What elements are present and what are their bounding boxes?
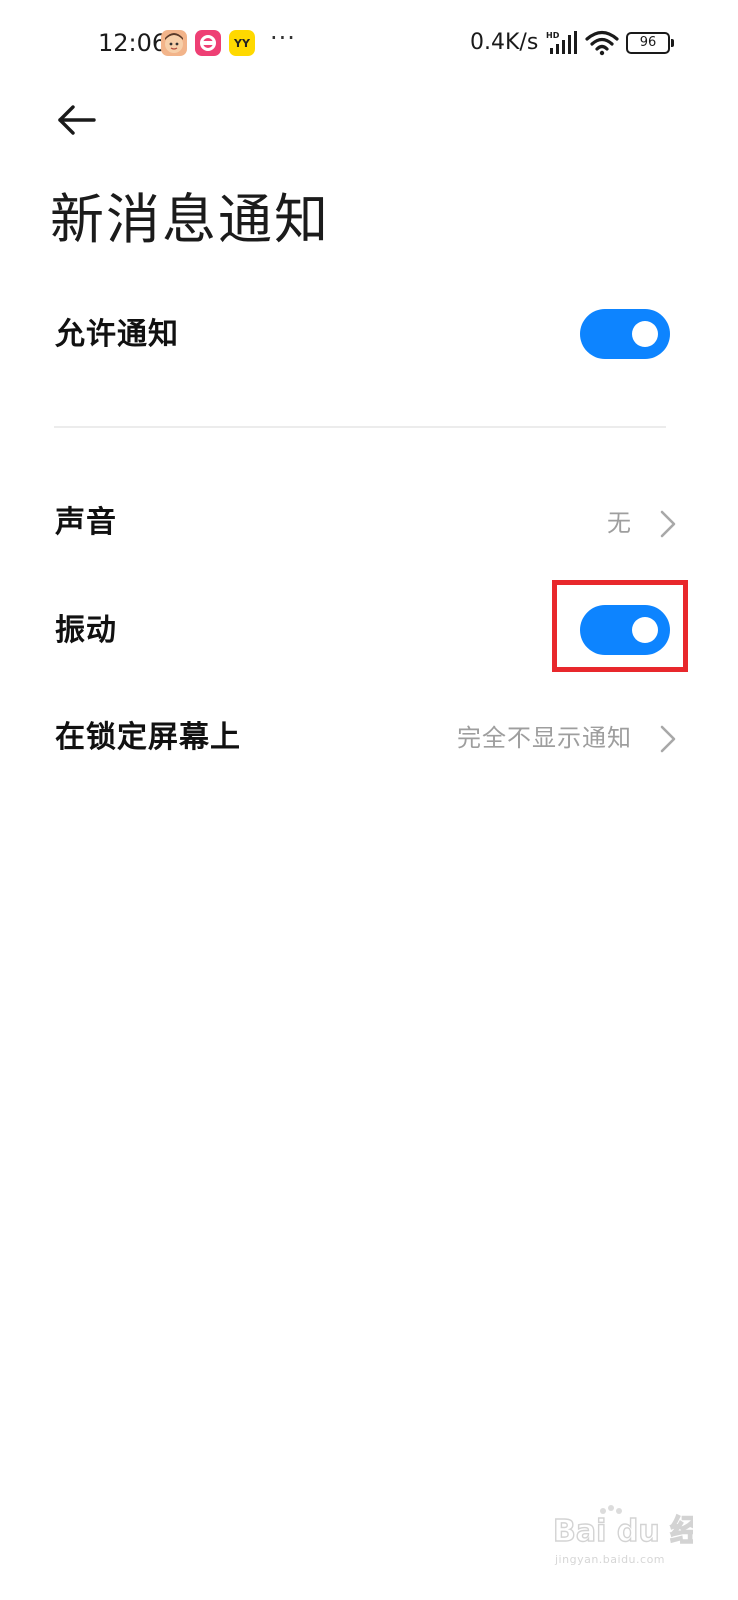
lock-screen-value: 完全不显示通知 [457, 724, 632, 752]
baidu-jingyan-watermark: Bai du 经验 jingyan.baidu.com [553, 1503, 693, 1569]
chevron-right-icon [660, 725, 676, 753]
music-app-icon [195, 30, 221, 56]
vibration-row[interactable]: 振动 [0, 586, 738, 676]
yy-app-icon: YY [229, 30, 255, 56]
toggle-knob [632, 321, 658, 347]
network-speed: 0.4K/s [470, 30, 539, 55]
watermark-brand: Bai du 经验 [553, 1514, 693, 1549]
avatar-app-icon [161, 30, 187, 56]
cellular-signal-icon: HD [546, 30, 578, 56]
wifi-icon [585, 30, 619, 56]
sound-row[interactable]: 声音 无 [0, 478, 738, 568]
lock-screen-label: 在锁定屏幕上 [55, 720, 241, 755]
baidu-logo-icon: Bai du 经验 [553, 1505, 693, 1550]
section-divider [54, 426, 666, 428]
battery-cap [671, 39, 674, 47]
watermark-url: jingyan.baidu.com [555, 1553, 666, 1566]
vibration-toggle[interactable] [580, 605, 670, 655]
toggle-knob [632, 617, 658, 643]
chevron-right-icon [660, 510, 676, 538]
allow-notifications-label: 允许通知 [55, 317, 179, 352]
vibration-label: 振动 [55, 613, 117, 648]
sound-label: 声音 [55, 505, 117, 540]
allow-notifications-row[interactable]: 允许通知 [0, 290, 738, 380]
status-bar: 12:06 YY ··· 0.4K/s HD 96 [0, 0, 738, 86]
battery-icon: 96 [626, 32, 674, 54]
battery-level: 96 [626, 32, 670, 54]
sound-value: 无 [607, 509, 632, 537]
allow-notifications-toggle[interactable] [580, 309, 670, 359]
arrow-left-icon [58, 105, 96, 135]
status-time: 12:06 [98, 29, 168, 57]
more-notifications-icon: ··· [270, 24, 296, 52]
signal-hd-badge: HD [546, 31, 560, 40]
lock-screen-row[interactable]: 在锁定屏幕上 完全不显示通知 [0, 693, 738, 783]
page-title: 新消息通知 [50, 188, 330, 251]
back-button[interactable] [50, 96, 106, 144]
